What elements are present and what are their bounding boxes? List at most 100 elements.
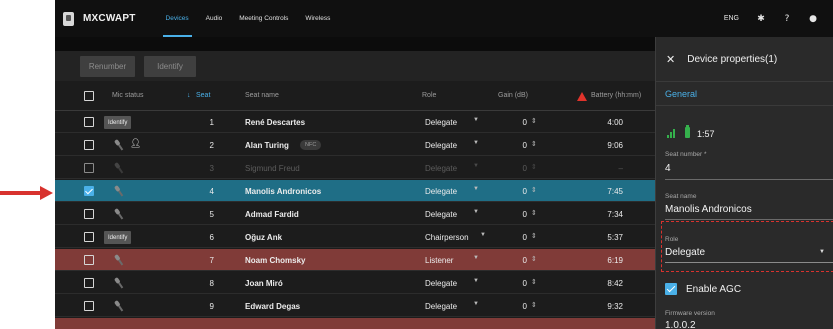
- table-toolbar: Renumber Identify: [55, 51, 655, 81]
- row-checkbox[interactable]: [84, 301, 94, 311]
- chevron-down-icon[interactable]: ▼: [819, 249, 825, 255]
- table-row[interactable]: 9 Edward Degas Delegate ▼ 0 ⇕ 9:32: [55, 295, 655, 317]
- row-checkbox-checked[interactable]: [84, 186, 94, 196]
- row-checkbox[interactable]: [84, 140, 94, 150]
- battery-value: 7:45: [607, 187, 623, 196]
- user-icon[interactable]: ●: [807, 14, 819, 24]
- column-seat-name[interactable]: Seat name: [245, 92, 279, 99]
- table-row[interactable]: 3 Sigmund Freud Delegate ▼ 0 ⇕ –: [55, 157, 655, 179]
- role-value[interactable]: Delegate: [425, 187, 457, 196]
- enable-agc-label[interactable]: Enable AGC: [686, 284, 741, 295]
- chevron-down-icon[interactable]: ▼: [473, 140, 479, 146]
- gain-value[interactable]: 0: [487, 302, 527, 311]
- row-checkbox[interactable]: [84, 163, 94, 173]
- battery-value: 4:00: [607, 118, 623, 127]
- gear-icon[interactable]: ✱: [755, 14, 767, 24]
- chevron-down-icon[interactable]: ▼: [473, 209, 479, 215]
- chevron-down-icon[interactable]: ▼: [473, 255, 479, 261]
- seat-name: Oğuz Ank: [245, 233, 283, 242]
- chevron-down-icon[interactable]: ▼: [473, 163, 479, 169]
- column-seat[interactable]: Seat: [196, 92, 210, 99]
- identify-badge[interactable]: Identify: [104, 231, 132, 244]
- annotation-arrow-head: [40, 186, 53, 200]
- close-icon[interactable]: ✕: [666, 53, 675, 66]
- identify-button[interactable]: Identify: [144, 56, 196, 77]
- seat-number: 5: [209, 210, 214, 219]
- gain-value[interactable]: 0: [487, 256, 527, 265]
- seat-name: René Descartes: [245, 118, 306, 127]
- chevron-down-icon[interactable]: ▼: [480, 232, 486, 238]
- select-all-checkbox[interactable]: [84, 91, 94, 101]
- row-checkbox[interactable]: [84, 278, 94, 288]
- tab-audio[interactable]: Audio: [206, 0, 223, 37]
- gain-value[interactable]: 0: [487, 141, 527, 150]
- seat-number-label: Seat number *: [665, 151, 707, 158]
- row-checkbox[interactable]: [84, 255, 94, 265]
- gain-stepper-icon[interactable]: ⇕: [531, 232, 537, 240]
- seat-number: 3: [209, 164, 214, 173]
- table-row-partial[interactable]: [55, 318, 655, 329]
- seat-name: Alan Turing: [245, 141, 289, 150]
- seat-name: Edward Degas: [245, 302, 301, 311]
- table-row-selected[interactable]: 4 Manolis Andronicos Delegate ▼ 0 ⇕ 7:45: [55, 180, 655, 202]
- gain-stepper-icon[interactable]: ⇕: [531, 117, 537, 125]
- device-properties-panel: ✕ Device properties(1) General 1:57 Seat…: [655, 37, 833, 329]
- chevron-down-icon[interactable]: ▼: [473, 301, 479, 307]
- table-row[interactable]: 👤︎ 2 Alan Turing NFC Delegate ▼ 0 ⇕ 9:06: [55, 134, 655, 156]
- gain-value[interactable]: 0: [487, 233, 527, 242]
- role-value[interactable]: Delegate: [425, 210, 457, 219]
- chevron-down-icon[interactable]: ▼: [473, 278, 479, 284]
- gain-stepper-icon[interactable]: ⇕: [531, 301, 537, 309]
- panel-title: Device properties(1): [687, 53, 778, 65]
- gain-stepper-icon[interactable]: ⇕: [531, 186, 537, 194]
- gain-stepper-icon[interactable]: ⇕: [531, 163, 537, 171]
- enable-agc-checkbox[interactable]: [665, 283, 677, 295]
- column-role[interactable]: Role: [422, 92, 436, 99]
- sort-arrow-icon[interactable]: ↓: [187, 92, 191, 99]
- role-value[interactable]: Delegate: [425, 118, 457, 127]
- table-row-alert[interactable]: 7 Noam Chomsky Listener ▼ 0 ⇕ 6:19: [55, 249, 655, 271]
- general-section-header[interactable]: General: [656, 82, 833, 106]
- role-value[interactable]: Delegate: [425, 141, 457, 150]
- gain-value[interactable]: 0: [487, 118, 527, 127]
- table-row[interactable]: 5 Admad Fardid Delegate ▼ 0 ⇕ 7:34: [55, 203, 655, 225]
- column-battery[interactable]: Battery (hh:mm): [591, 92, 641, 99]
- seat-name-field[interactable]: Manolis Andronicos: [665, 204, 752, 215]
- role-value[interactable]: Delegate: [425, 164, 457, 173]
- role-value[interactable]: Chairperson: [425, 233, 469, 242]
- row-checkbox[interactable]: [84, 209, 94, 219]
- table-row[interactable]: 8 Joan Miró Delegate ▼ 0 ⇕ 8:42: [55, 272, 655, 294]
- row-checkbox[interactable]: [84, 232, 94, 242]
- warning-icon: [577, 92, 587, 101]
- gain-value[interactable]: 0: [487, 164, 527, 173]
- column-gain[interactable]: Gain (dB): [498, 92, 528, 99]
- chevron-down-icon[interactable]: ▼: [473, 186, 479, 192]
- annotation-arrow: [0, 186, 53, 200]
- gain-stepper-icon[interactable]: ⇕: [531, 255, 537, 263]
- help-icon[interactable]: ?: [781, 14, 793, 24]
- table-row[interactable]: Identify 6 Oğuz Ank Chairperson ▼ 0 ⇕ 5:…: [55, 226, 655, 248]
- table-row[interactable]: Identify 1 René Descartes Delegate ▼ 0 ⇕…: [55, 111, 655, 133]
- role-value[interactable]: Delegate: [425, 302, 457, 311]
- seat-number-field[interactable]: 4: [665, 163, 671, 174]
- gain-stepper-icon[interactable]: ⇕: [531, 209, 537, 217]
- role-value[interactable]: Listener: [425, 256, 453, 265]
- tab-meeting-controls[interactable]: Meeting Controls: [239, 0, 288, 37]
- tab-devices[interactable]: Devices: [162, 0, 192, 37]
- gain-value[interactable]: 0: [487, 279, 527, 288]
- language-selector[interactable]: ENG: [724, 15, 739, 22]
- gain-value[interactable]: 0: [487, 210, 527, 219]
- renumber-button[interactable]: Renumber: [80, 56, 135, 77]
- chevron-down-icon[interactable]: ▼: [473, 117, 479, 123]
- tab-wireless[interactable]: Wireless: [305, 0, 330, 37]
- gain-value[interactable]: 0: [487, 187, 527, 196]
- role-select[interactable]: Delegate: [665, 247, 705, 258]
- identify-badge[interactable]: Identify: [104, 116, 132, 129]
- row-checkbox[interactable]: [84, 117, 94, 127]
- gain-stepper-icon[interactable]: ⇕: [531, 278, 537, 286]
- battery-value: 5:37: [607, 233, 623, 242]
- battery-value: 6:19: [607, 256, 623, 265]
- gain-stepper-icon[interactable]: ⇕: [531, 140, 537, 148]
- role-value[interactable]: Delegate: [425, 279, 457, 288]
- column-mic-status[interactable]: Mic status: [112, 92, 144, 99]
